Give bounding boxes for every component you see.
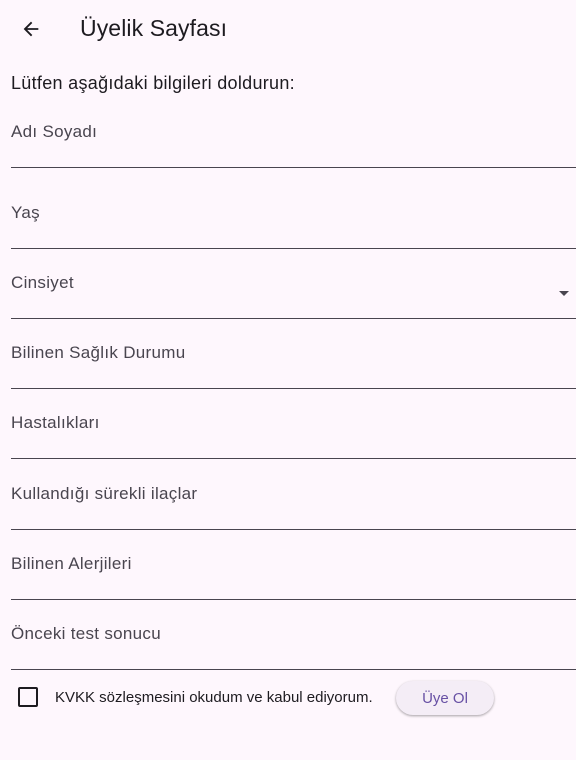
back-button[interactable] (14, 12, 48, 46)
register-button[interactable]: Üye Ol (396, 681, 494, 715)
age-label: Yaş (11, 203, 40, 222)
full-name-label: Adı Soyadı (11, 122, 98, 141)
kvkk-consent-label: KVKK sözleşmesini okudum ve kabul ediyor… (55, 689, 373, 706)
previous-test-result-label: Önceki test sonucu (11, 624, 161, 643)
previous-test-result-field[interactable]: Önceki test sonucu (11, 617, 576, 670)
allergies-label: Bilinen Alerjileri (11, 554, 132, 573)
kvkk-checkbox[interactable] (18, 687, 38, 707)
gender-dropdown[interactable]: Cinsiyet (11, 266, 576, 319)
arrow-left-icon (23, 21, 39, 37)
health-condition-label: Bilinen Sağlık Durumu (11, 343, 186, 362)
medications-label: Kullandığı sürekli ilaçlar (11, 484, 198, 503)
gender-label: Cinsiyet (11, 273, 74, 292)
full-name-field[interactable]: Adı Soyadı (11, 115, 576, 168)
form-instructions: Lütfen aşağıdaki bilgileri doldurun: (11, 73, 295, 93)
medications-field[interactable]: Kullandığı sürekli ilaçlar (11, 477, 576, 530)
app-bar: Üyelik Sayfası (0, 0, 576, 56)
age-field[interactable]: Yaş (11, 196, 576, 249)
dropdown-arrow-icon (559, 291, 569, 296)
diseases-label: Hastalıkları (11, 413, 100, 432)
consent-row: KVKK sözleşmesini okudum ve kabul ediyor… (0, 678, 576, 718)
diseases-field[interactable]: Hastalıkları (11, 406, 576, 459)
health-condition-field[interactable]: Bilinen Sağlık Durumu (11, 336, 576, 389)
page-title: Üyelik Sayfası (80, 15, 228, 41)
allergies-field[interactable]: Bilinen Alerjileri (11, 547, 576, 600)
